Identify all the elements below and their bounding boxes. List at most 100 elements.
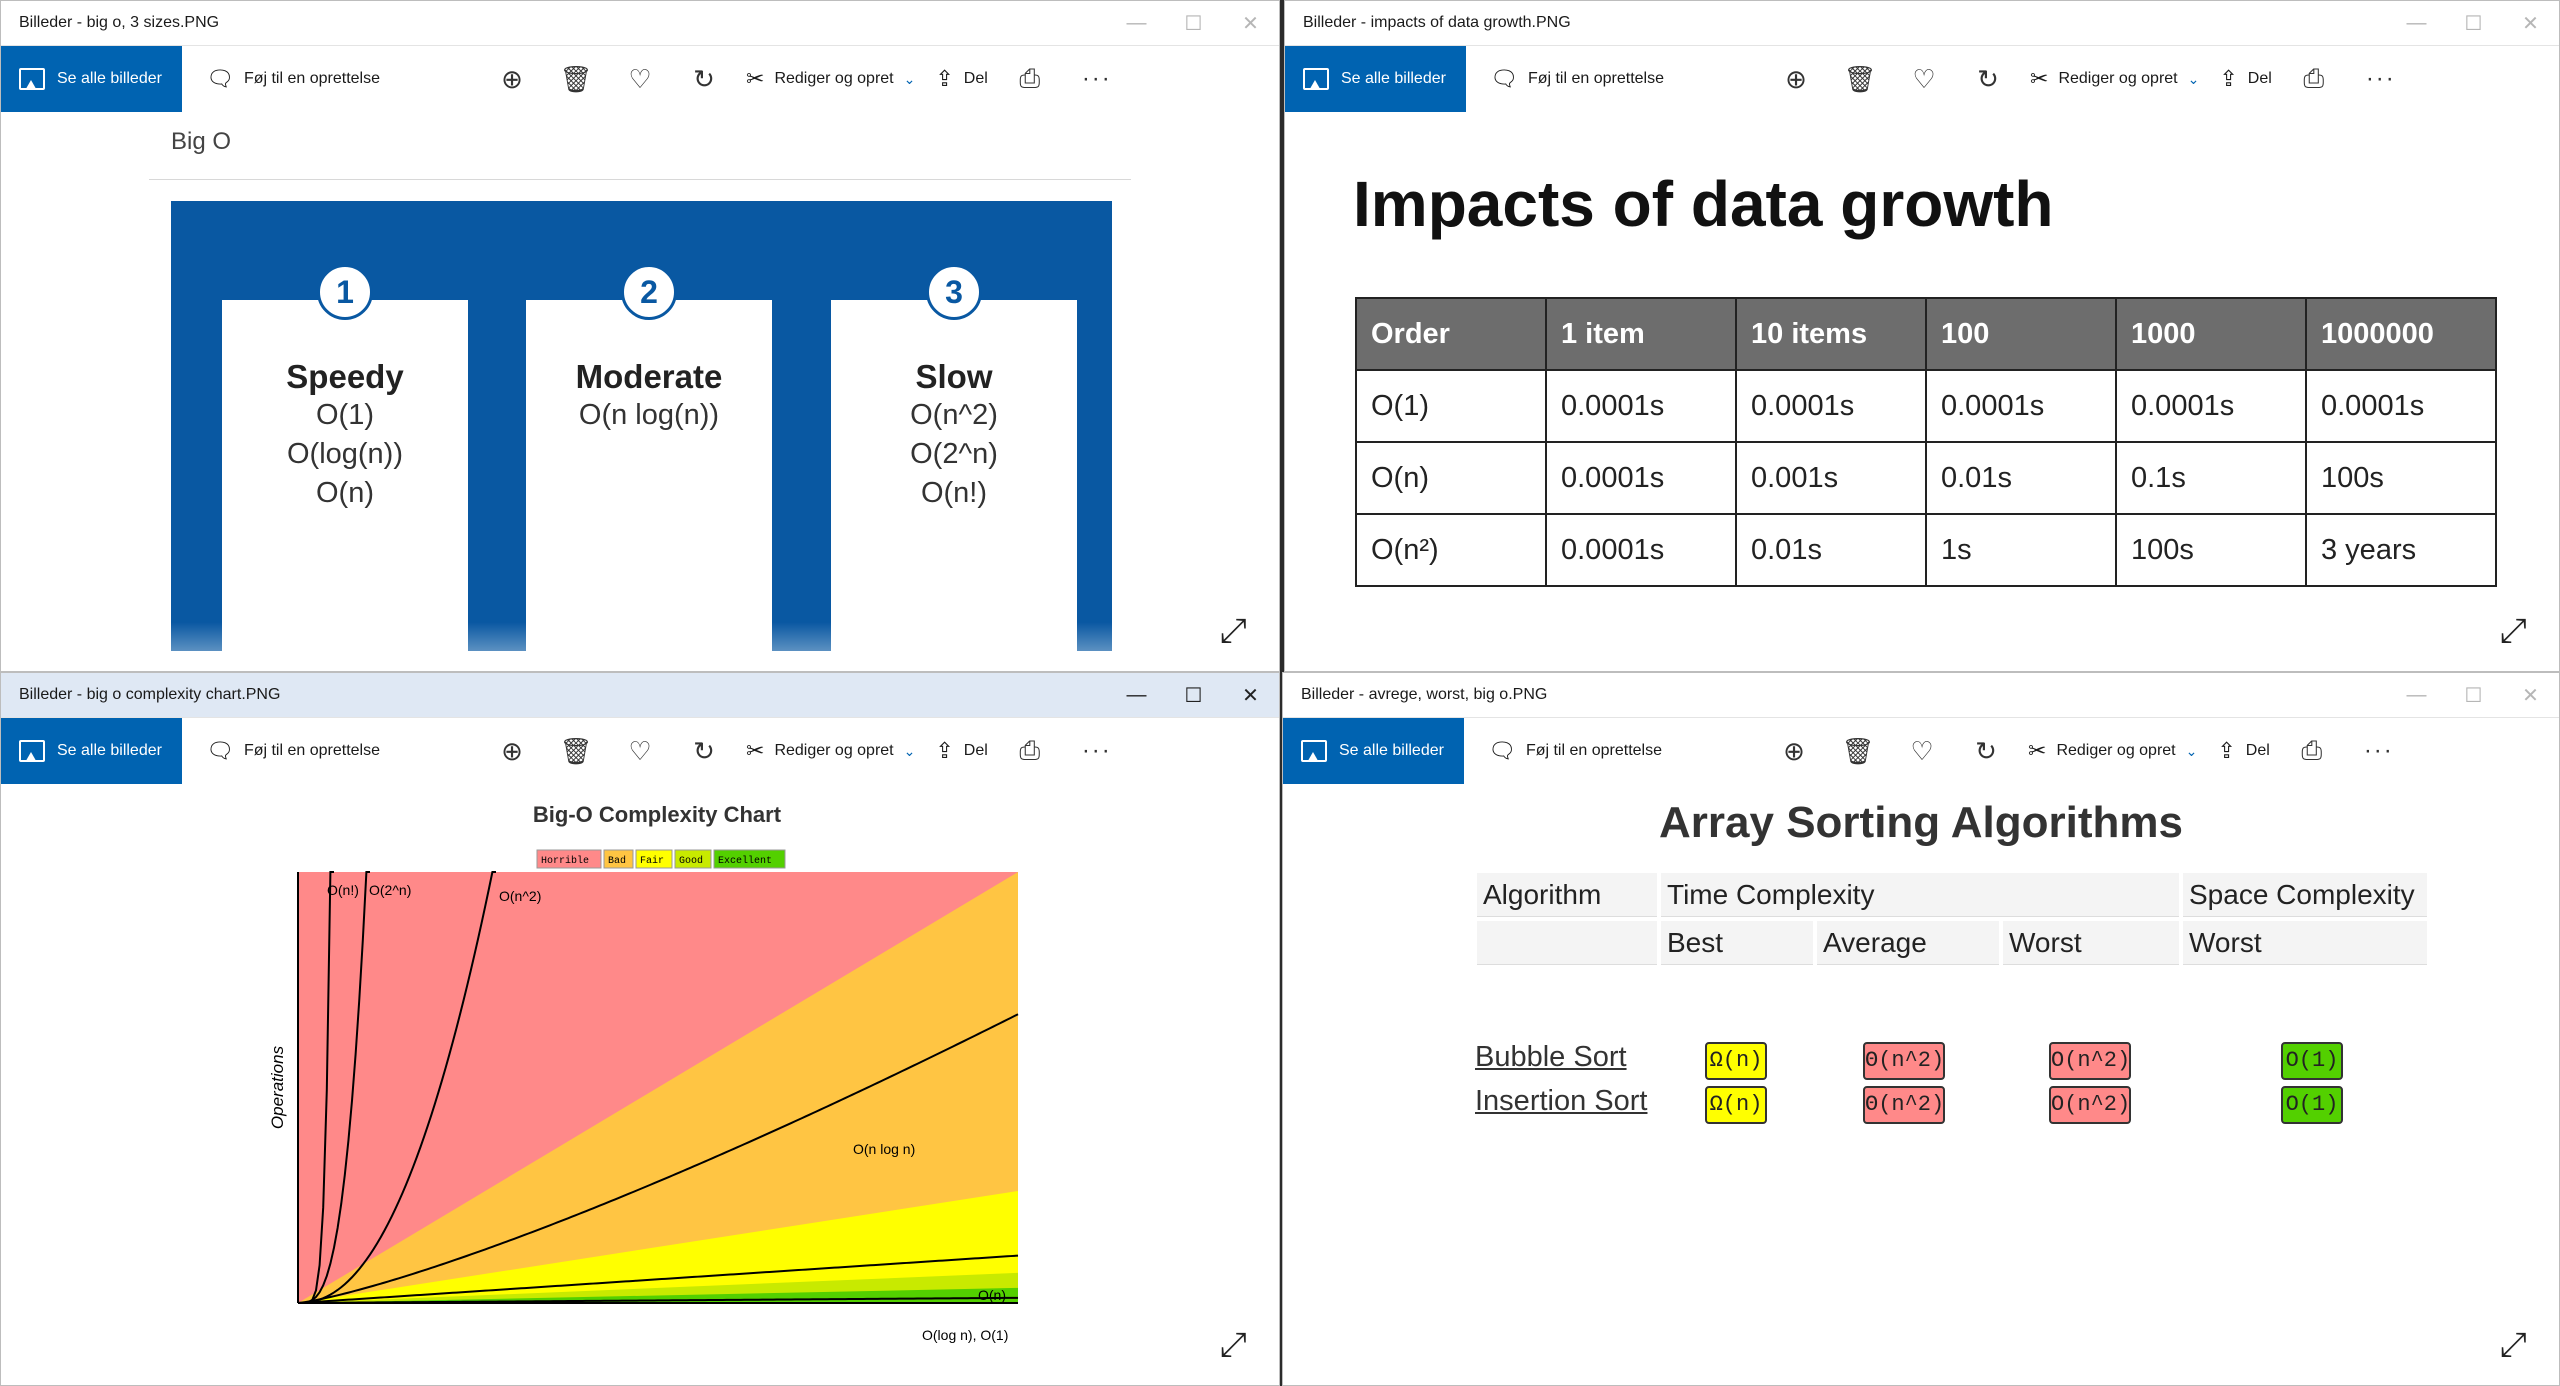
- rotate-icon[interactable]: ↻: [672, 46, 736, 112]
- edit-create-button[interactable]: ✂ Rediger og opret ⌄: [736, 46, 925, 112]
- zoom-icon[interactable]: ⊕: [1764, 46, 1828, 112]
- heart-icon[interactable]: ♡: [608, 46, 672, 112]
- add-to-creation-button[interactable]: 🗨 Føj til en oprettelse: [1480, 46, 1674, 112]
- maximize-button[interactable]: ☐: [1165, 673, 1222, 718]
- minimize-button[interactable]: —: [2388, 673, 2445, 718]
- insertion-sort-link[interactable]: Insertion Sort: [1475, 1085, 1647, 1118]
- more-button[interactable]: ···: [2344, 737, 2414, 765]
- sorting-header-table: Algorithm Time Complexity Space Complexi…: [1473, 869, 2431, 969]
- edit-create-button[interactable]: ✂ Rediger og opret ⌄: [2020, 46, 2209, 112]
- delete-icon[interactable]: 🗑: [544, 718, 608, 784]
- share-button[interactable]: ⇪ Del: [925, 718, 997, 784]
- expand-icon[interactable]: ⤢: [2500, 612, 2527, 651]
- heart-icon[interactable]: ♡: [1892, 46, 1956, 112]
- table-header: Order: [1355, 297, 1547, 371]
- edit-create-button[interactable]: ✂ Rediger og opret ⌄: [2018, 718, 2207, 784]
- title-bar[interactable]: Billeder - avrege, worst, big o.PNG — ☐ …: [1283, 673, 2559, 718]
- maximize-button[interactable]: ☐: [2445, 673, 2502, 718]
- see-all-photos-button[interactable]: Se alle billeder: [1, 718, 182, 784]
- table-cell: 100s: [2115, 513, 2307, 587]
- add-to-creation-icon: 🗨: [1490, 66, 1518, 91]
- zoom-icon[interactable]: ⊕: [480, 46, 544, 112]
- heart-icon[interactable]: ♡: [608, 718, 672, 784]
- curve-label: O(n!): [327, 882, 359, 898]
- title-bar[interactable]: Billeder - big o, 3 sizes.PNG — ☐ ✕: [1, 1, 1279, 46]
- image-canvas: Impacts of data growth Order 1 item 10 i…: [1285, 112, 2559, 671]
- minimize-button[interactable]: —: [1108, 673, 1165, 718]
- delete-icon[interactable]: 🗑: [1826, 718, 1890, 784]
- table-cell: 0.0001s: [1545, 513, 1737, 587]
- minimize-button[interactable]: —: [1108, 1, 1165, 46]
- slide-title: Array Sorting Algorithms: [1659, 798, 2183, 847]
- minimize-button[interactable]: —: [2388, 1, 2445, 46]
- delete-icon[interactable]: 🗑: [1828, 46, 1892, 112]
- table-header: Time Complexity: [1661, 873, 2179, 917]
- big-o-chart: Big-O Complexity Chart Horrible Bad Fair Goo…: [268, 802, 1019, 1343]
- maximize-button[interactable]: ☐: [2445, 1, 2502, 46]
- see-all-photos-button[interactable]: Se alle billeder: [1, 46, 182, 112]
- share-label: Del: [2247, 70, 2272, 87]
- complexity-badge: O(1): [2281, 1086, 2343, 1124]
- more-button[interactable]: ···: [1062, 65, 1132, 93]
- complexity-badge: Θ(n^2): [1863, 1042, 1945, 1080]
- photo-icon: [1303, 68, 1329, 90]
- table-header: 100: [1925, 297, 2117, 371]
- expand-icon[interactable]: ⤢: [1220, 1326, 1247, 1365]
- heart-icon[interactable]: ♡: [1890, 718, 1954, 784]
- rotate-icon[interactable]: ↻: [672, 718, 736, 784]
- legend-label: Fair: [640, 855, 664, 867]
- card-line: O(n!): [920, 477, 988, 509]
- table-cell: O(1): [1355, 369, 1547, 443]
- table-cell: 0.0001s: [1925, 369, 2117, 443]
- card-line: O(n): [316, 477, 374, 509]
- see-all-photos-button[interactable]: Se alle billeder: [1283, 718, 1464, 784]
- close-button[interactable]: ✕: [1222, 1, 1279, 46]
- complexity-badge: Ω(n): [1705, 1042, 1767, 1080]
- share-button[interactable]: ⇪ Del: [2207, 718, 2279, 784]
- close-button[interactable]: ✕: [1222, 673, 1279, 718]
- edit-create-button[interactable]: ✂ Rediger og opret ⌄: [736, 718, 925, 784]
- close-button[interactable]: ✕: [2502, 673, 2559, 718]
- close-button[interactable]: ✕: [2502, 1, 2559, 46]
- edit-icon: ✂: [2028, 738, 2047, 763]
- table-cell: 0.0001s: [1545, 369, 1737, 443]
- zoom-icon[interactable]: ⊕: [1762, 718, 1826, 784]
- print-icon[interactable]: ⎙: [2282, 46, 2346, 112]
- share-label: Del: [2245, 742, 2270, 759]
- zoom-icon[interactable]: ⊕: [480, 718, 544, 784]
- blue-panel: 1 Speedy O(1) O(log(n)) O(n) 2 Moderate …: [171, 201, 1112, 652]
- print-icon[interactable]: ⎙: [2280, 718, 2344, 784]
- bubble-sort-link[interactable]: Bubble Sort: [1475, 1041, 1627, 1074]
- more-button[interactable]: ···: [1062, 737, 1132, 765]
- share-icon: ⇪: [935, 66, 954, 91]
- see-all-label: Se alle billeder: [57, 742, 162, 759]
- add-to-creation-button[interactable]: 🗨 Føj til en oprettelse: [196, 46, 390, 112]
- maximize-button[interactable]: ☐: [1165, 1, 1222, 46]
- see-all-photos-button[interactable]: Se alle billeder: [1285, 46, 1466, 112]
- print-icon[interactable]: ⎙: [998, 718, 1062, 784]
- rotate-icon[interactable]: ↻: [1954, 718, 2018, 784]
- add-to-creation-button[interactable]: 🗨 Føj til en oprettelse: [1478, 718, 1672, 784]
- window-title: Billeder - avrege, worst, big o.PNG: [1301, 686, 1548, 703]
- expand-icon[interactable]: ⤢: [1220, 612, 1247, 651]
- add-to-creation-button[interactable]: 🗨 Føj til en oprettelse: [196, 718, 390, 784]
- card-heading: Speedy: [286, 358, 404, 395]
- share-button[interactable]: ⇪ Del: [925, 46, 997, 112]
- more-button[interactable]: ···: [2346, 65, 2416, 93]
- add-to-creation-label: Føj til en oprettelse: [1525, 742, 1662, 759]
- print-icon[interactable]: ⎙: [998, 46, 1062, 112]
- rotate-icon[interactable]: ↻: [1956, 46, 2020, 112]
- title-bar[interactable]: Billeder - big o complexity chart.PNG — …: [1, 673, 1279, 718]
- expand-icon[interactable]: ⤢: [2500, 1326, 2527, 1365]
- table-cell: 100s: [2305, 441, 2497, 515]
- share-button[interactable]: ⇪ Del: [2209, 46, 2281, 112]
- curve-label: O(n): [978, 1287, 1006, 1303]
- panel-fade: [171, 622, 1112, 652]
- delete-icon[interactable]: 🗑: [544, 46, 608, 112]
- title-bar[interactable]: Billeder - impacts of data growth.PNG — …: [1285, 1, 2559, 46]
- card-speedy: 1 Speedy O(1) O(log(n)) O(n): [222, 264, 468, 652]
- table-header: 1 item: [1545, 297, 1737, 371]
- image-canvas: Big O 1 Speedy O(1) O(log(n)) O(n) 2 Mod…: [1, 112, 1279, 671]
- share-label: Del: [963, 70, 988, 87]
- complexity-badge: O(1): [2281, 1042, 2343, 1080]
